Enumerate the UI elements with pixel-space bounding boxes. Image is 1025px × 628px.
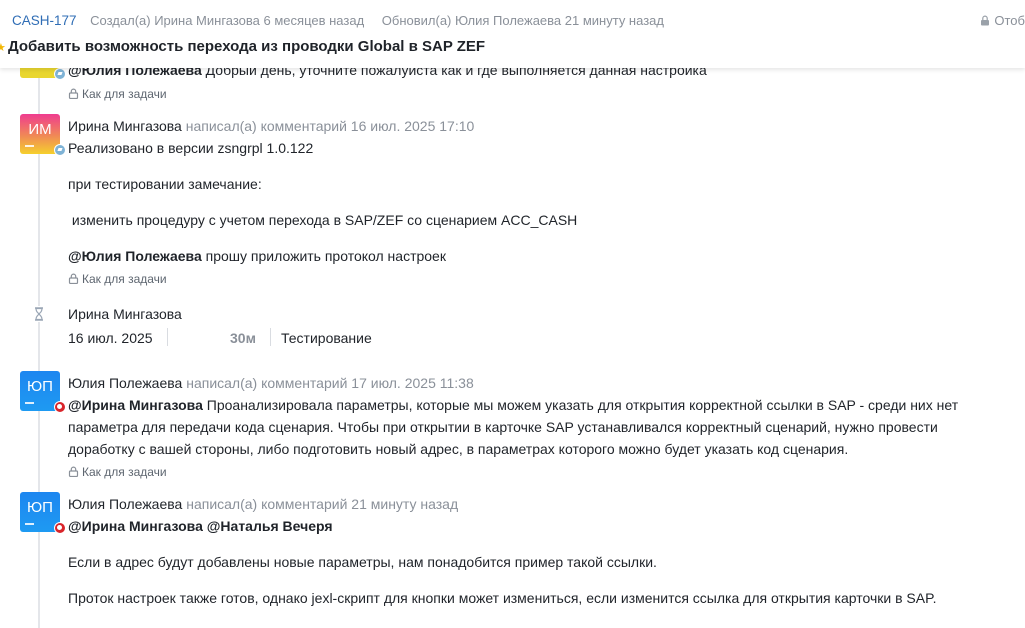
author-name[interactable]: Ирина Мингазова (68, 118, 182, 134)
visibility-text: Как для задачи (82, 465, 167, 479)
privacy-text: Отоб (994, 13, 1025, 28)
comment-body: Проанализировала параметры, которые мы м… (202, 397, 959, 413)
mention[interactable]: @Юлия Полежаева (68, 248, 202, 264)
issue-title: ★ Добавить возможность перехода из провод… (0, 38, 485, 55)
comment-paragraph: Если в адрес будут добавлены новые парам… (68, 554, 657, 570)
comment-paragraph: параметра для передачи кода сценария. Чт… (68, 419, 938, 435)
divider (270, 328, 271, 346)
comment-body: прошу приложить протокол настроек (201, 248, 446, 264)
comment-paragraph: @Ирина Мингазова Проанализировала параме… (68, 397, 958, 413)
comment-timestamp[interactable]: написал(а) комментарий 16 июл. 2025 17:1… (182, 118, 475, 134)
comment-paragraph: при тестировании замечание: (68, 176, 262, 192)
issue-meta: CASH-177 Создал(а) Ирина Мингазова 6 мес… (12, 13, 664, 28)
comment-paragraph: @Юлия Полежаева прошу приложить протокол… (68, 248, 446, 264)
lock-icon (981, 15, 990, 26)
telegram-badge-icon (54, 68, 66, 80)
created-info: Создал(а) Ирина Мингазова 6 месяцев наза… (90, 13, 365, 28)
divider (167, 328, 168, 346)
avatar[interactable]: ЮП (20, 371, 66, 413)
avatar-initials: ЮП (27, 378, 53, 395)
privacy-toggle[interactable]: Отоб (980, 13, 1025, 28)
visibility-label[interactable]: Как для задачи (68, 272, 167, 286)
lock-icon (68, 466, 79, 478)
avatar[interactable]: ЮП (20, 492, 66, 534)
lock-icon (68, 88, 79, 100)
visibility-label[interactable]: Как для задачи (68, 465, 167, 479)
comment-timestamp[interactable]: написал(а) комментарий 21 минуту назад (182, 496, 458, 512)
visibility-text: Как для задачи (82, 272, 167, 286)
avatar[interactable]: ИМ (20, 114, 66, 156)
issue-header: CASH-177 Создал(а) Ирина Мингазова 6 мес… (0, 0, 1025, 68)
worklog-date: 16 июл. 2025 (68, 330, 153, 346)
worklog-author[interactable]: Ирина Мингазова (68, 306, 182, 322)
issue-key-link[interactable]: CASH-177 (12, 13, 77, 28)
avatar-dash (25, 523, 34, 525)
avatar-initials: ИМ (28, 121, 52, 138)
comment-header: Юлия Полежаева написал(а) комментарий 17… (68, 375, 474, 391)
mention[interactable]: @Ирина Мингазова (68, 397, 203, 413)
comment-timestamp[interactable]: написал(а) комментарий 17 июл. 2025 11:3… (182, 375, 474, 391)
avatar-dash (25, 145, 34, 147)
comment-paragraph: Проток настроек также готов, однако jexl… (68, 590, 937, 606)
comment-paragraph: доработку с вашей стороны, либо подготов… (68, 441, 849, 457)
visibility-label[interactable]: Как для задачи (68, 87, 167, 101)
visibility-text: Как для задачи (82, 87, 167, 101)
updated-info: Обновил(а) Юлия Полежаева 21 минуту наза… (381, 13, 664, 28)
page-title: Добавить возможность перехода из проводк… (8, 38, 486, 55)
mention[interactable]: @Ирина Мингазова @Наталья Вечеря (68, 518, 333, 534)
avatar-dash (25, 402, 34, 404)
red-badge-icon (54, 522, 66, 534)
red-badge-icon (54, 401, 66, 413)
worklog-status: Тестирование (281, 330, 372, 346)
author-name[interactable]: Юлия Полежаева (68, 375, 182, 391)
comment-header: Юлия Полежаева написал(а) комментарий 21… (68, 496, 458, 512)
comment-header: Ирина Мингазова написал(а) комментарий 1… (68, 118, 474, 134)
hourglass-icon (31, 306, 47, 322)
worklog-duration: 30м (230, 330, 256, 346)
avatar-initials: ЮП (27, 499, 53, 516)
star-icon[interactable]: ★ (0, 41, 8, 54)
comment-paragraph: изменить процедуру с учетом перехода в S… (68, 212, 578, 228)
comment-paragraph: Реализовано в версии zsngrpl 1.0.122 (68, 140, 314, 156)
telegram-badge-icon (54, 144, 66, 156)
author-name[interactable]: Юлия Полежаева (68, 496, 182, 512)
lock-icon (68, 273, 79, 285)
